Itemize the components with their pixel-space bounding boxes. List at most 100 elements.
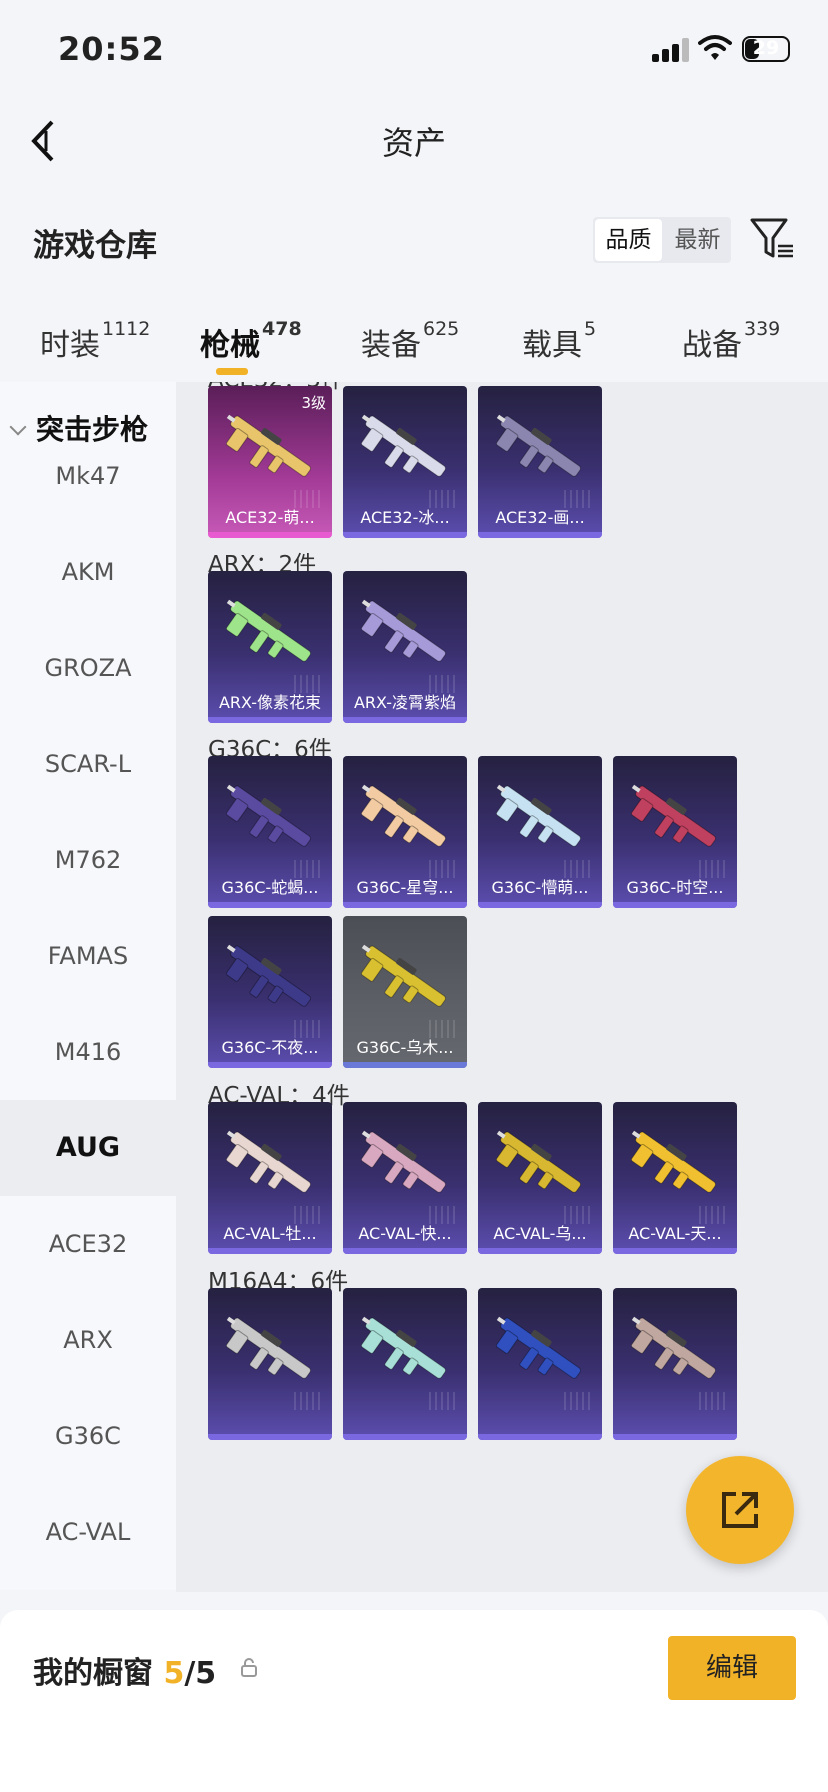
- rarity-bar: [343, 1062, 467, 1068]
- sidebar-item-aug[interactable]: AUG: [0, 1100, 176, 1196]
- tab-count: 1112: [102, 318, 151, 340]
- weapon-card[interactable]: ACE32-画...: [478, 386, 602, 538]
- weapon-name: G36C-不夜...: [221, 1038, 319, 1057]
- tab-firearms[interactable]: 枪械 478: [200, 318, 302, 375]
- weapon-name: ARX-凌霄紫焰: [353, 693, 456, 712]
- rarity-bar: [208, 1062, 332, 1068]
- sidebar-item-ace32[interactable]: ACE32: [0, 1196, 176, 1292]
- rifle-icon: [225, 784, 312, 847]
- sort-toggle: 品质 最新: [593, 217, 731, 263]
- tab-supplies[interactable]: 战备 339: [682, 318, 780, 364]
- rarity-bar: [478, 902, 602, 908]
- rifle-icon: [225, 599, 312, 662]
- rifle-icon: [225, 1130, 312, 1193]
- sidebar-item-m416[interactable]: M416: [0, 1004, 176, 1100]
- rifle-icon: [360, 944, 447, 1007]
- rifle-icon: [360, 784, 447, 847]
- sidebar-item-arx[interactable]: ARX: [0, 1292, 176, 1388]
- sidebar-item-ac-val[interactable]: AC-VAL: [0, 1484, 176, 1580]
- weapon-card[interactable]: [613, 1288, 737, 1440]
- weapon-card[interactable]: G36C-乌木...: [343, 916, 467, 1068]
- rifle-icon: [495, 784, 582, 847]
- showcase-label: 我的橱窗: [33, 1656, 153, 1691]
- weapon-name: ACE32-萌...: [225, 508, 315, 527]
- tab-label: 装备: [361, 328, 421, 363]
- rifle-icon: [495, 1316, 582, 1379]
- weapon-card[interactable]: ACE32-冰...: [343, 386, 467, 538]
- sort-quality-button[interactable]: 品质: [595, 219, 662, 261]
- category-tabs: 时装 1112 枪械 478 装备 625 载具 5 战备 339: [0, 300, 828, 382]
- sidebar-item-mk47[interactable]: Mk47: [0, 428, 176, 524]
- page-title: 资产: [381, 124, 446, 162]
- rifle-icon: [360, 414, 447, 477]
- rarity-bar: [208, 717, 332, 723]
- weapon-name: ACE32-画...: [495, 508, 585, 527]
- rarity-bar: [343, 1434, 467, 1440]
- weapon-card[interactable]: [478, 1288, 602, 1440]
- weapon-card[interactable]: G36C-蛇蝎...: [208, 756, 332, 908]
- share-button[interactable]: [686, 1456, 794, 1564]
- weapon-card[interactable]: AC-VAL-乌...: [478, 1102, 602, 1254]
- tab-fashion[interactable]: 时装 1112: [40, 318, 151, 364]
- card-pattern: [294, 1392, 324, 1410]
- tab-count: 478: [262, 318, 302, 340]
- weapon-name: AC-VAL-乌...: [493, 1224, 587, 1243]
- filter-icon[interactable]: [749, 216, 795, 262]
- rarity-bar: [613, 1434, 737, 1440]
- wifi-icon: [698, 35, 732, 60]
- rarity-bar: [478, 1248, 602, 1254]
- rarity-bar: [613, 902, 737, 908]
- showcase-count: 5: [163, 1656, 185, 1691]
- weapon-name: G36C-蛇蝎...: [221, 878, 319, 897]
- sidebar-item-famas[interactable]: FAMAS: [0, 908, 176, 1004]
- weapon-card[interactable]: ARX-凌霄紫焰: [343, 571, 467, 723]
- rarity-bar: [343, 532, 467, 538]
- tab-vehicles[interactable]: 载具 5: [522, 318, 596, 364]
- edit-button[interactable]: 编辑: [668, 1636, 796, 1700]
- weapon-name: G36C-懵萌...: [491, 878, 589, 897]
- rifle-icon: [360, 1316, 447, 1379]
- card-pattern: [699, 1392, 729, 1410]
- weapon-card[interactable]: AC-VAL-快...: [343, 1102, 467, 1254]
- weapon-name: G36C-星穹...: [356, 878, 454, 897]
- rarity-bar: [208, 1434, 332, 1440]
- rifle-icon: [495, 414, 582, 477]
- sidebar-item-akm[interactable]: AKM: [0, 524, 176, 620]
- weapon-card[interactable]: G36C-不夜...: [208, 916, 332, 1068]
- battery-level: 29: [752, 37, 780, 59]
- rifle-icon: [225, 944, 312, 1007]
- weapon-card[interactable]: [343, 1288, 467, 1440]
- tab-label: 载具: [522, 328, 582, 363]
- sidebar-item-m762[interactable]: M762: [0, 812, 176, 908]
- rifle-icon: [630, 1316, 717, 1379]
- cellular-signal-icon: [652, 38, 690, 62]
- weapon-card[interactable]: AC-VAL-牡...: [208, 1102, 332, 1254]
- sort-newest-button[interactable]: 最新: [664, 217, 731, 263]
- card-pattern: [429, 1392, 459, 1410]
- weapon-card[interactable]: G36C-星穹...: [343, 756, 467, 908]
- sidebar-item-groza[interactable]: GROZA: [0, 620, 176, 716]
- rarity-bar: [208, 532, 332, 538]
- weapon-card[interactable]: AC-VAL-天...: [613, 1102, 737, 1254]
- card-pattern: [564, 1392, 594, 1410]
- rifle-icon: [225, 1316, 312, 1379]
- weapon-name: AC-VAL-快...: [358, 1224, 452, 1243]
- rarity-bar: [613, 1248, 737, 1254]
- sidebar-item-scar-l[interactable]: SCAR-L: [0, 716, 176, 812]
- weapon-card[interactable]: G36C-懵萌...: [478, 756, 602, 908]
- tab-label: 枪械: [200, 328, 260, 363]
- rarity-bar: [208, 902, 332, 908]
- weapon-name: G36C-时空...: [626, 878, 724, 897]
- rarity-bar: [478, 532, 602, 538]
- rifle-icon: [495, 1130, 582, 1193]
- rifle-icon: [630, 784, 717, 847]
- rarity-bar: [343, 1248, 467, 1254]
- weapon-card[interactable]: ACE32-萌... 3级: [208, 386, 332, 538]
- weapon-card[interactable]: [208, 1288, 332, 1440]
- tab-equipment[interactable]: 装备 625: [361, 318, 460, 364]
- weapon-card[interactable]: G36C-时空...: [613, 756, 737, 908]
- tab-count: 625: [423, 318, 460, 340]
- sidebar-item-g36c[interactable]: G36C: [0, 1388, 176, 1484]
- rarity-bar: [343, 902, 467, 908]
- weapon-card[interactable]: ARX-像素花束: [208, 571, 332, 723]
